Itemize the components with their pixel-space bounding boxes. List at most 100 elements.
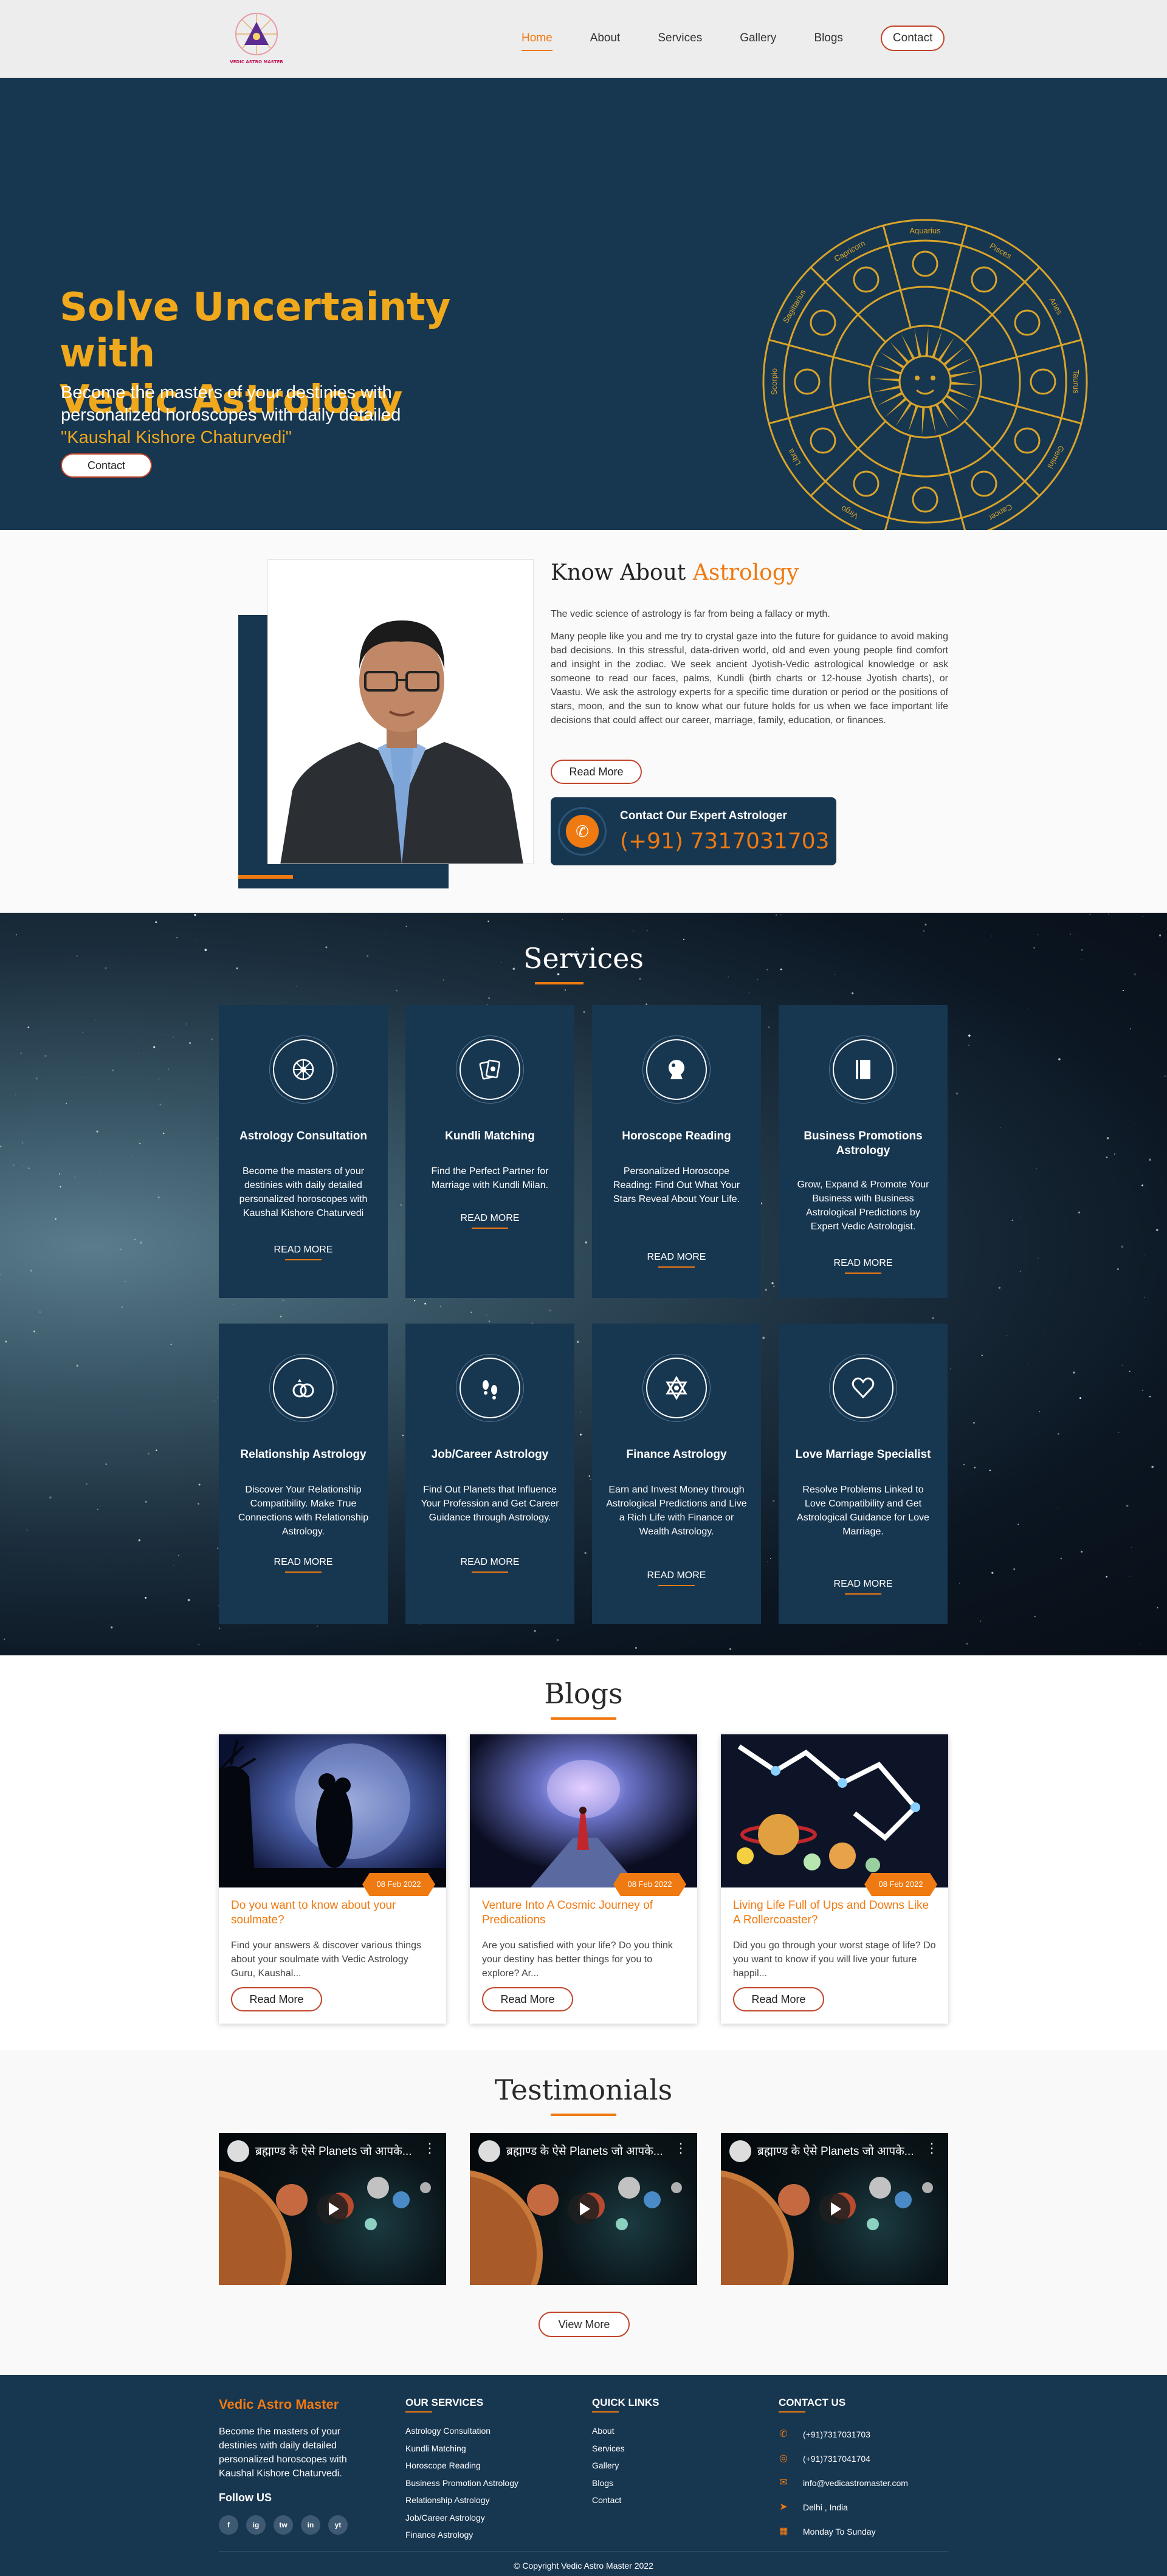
- service-desc: Discover Your Relationship Compatibility…: [238, 1485, 369, 1537]
- service-read-more[interactable]: READ MORE: [405, 1557, 574, 1573]
- testimonial-video[interactable]: ब्रह्माण्ड के ऐसे Planets जो आपके... ⋮: [470, 2133, 697, 2285]
- facebook-icon[interactable]: f: [219, 2515, 238, 2535]
- footer-email[interactable]: ✉ info@vedicastromaster.com: [779, 2471, 908, 2495]
- footer-link-about[interactable]: About: [592, 2422, 659, 2440]
- service-read-more[interactable]: READ MORE: [592, 1570, 761, 1586]
- play-icon[interactable]: [568, 2193, 599, 2225]
- view-more-button[interactable]: View More: [539, 2312, 630, 2337]
- video-title[interactable]: ब्रह्माण्ड के ऐसे Planets जो आपके...: [506, 2143, 663, 2159]
- hero-section: Solve Uncertainty with Vedic Astrology Be…: [0, 78, 1167, 544]
- footer-service-link[interactable]: Finance Astrology: [405, 2526, 518, 2544]
- star-icon: [646, 1358, 707, 1418]
- service-title: Job/Career Astrology: [431, 1448, 549, 1461]
- service-card[interactable]: Horoscope Reading Personalized Horoscope…: [592, 1005, 761, 1298]
- nav-contact-button[interactable]: Contact: [880, 26, 945, 51]
- contact-phone[interactable]: (+91) 7317031703: [620, 829, 830, 854]
- copyright: © Copyright Vedic Astro Master 2022: [514, 2561, 653, 2571]
- nav-home[interactable]: Home: [522, 24, 553, 52]
- top-nav: VEDIC ASTRO MASTER Home About Services G…: [0, 0, 1167, 78]
- services-title: Services: [523, 942, 644, 975]
- play-icon[interactable]: [317, 2193, 348, 2225]
- footprints-icon: [460, 1358, 520, 1418]
- service-card[interactable]: Business Promotions Astrology Grow, Expa…: [779, 1005, 948, 1298]
- nav-about[interactable]: About: [590, 24, 621, 52]
- zodiac-sign-label: Scorpio: [769, 368, 779, 395]
- twitter-icon[interactable]: tw: [274, 2515, 293, 2535]
- site-logo[interactable]: VEDIC ASTRO MASTER: [226, 9, 287, 69]
- footer-link-services[interactable]: Services: [592, 2440, 659, 2458]
- linkedin-icon[interactable]: in: [301, 2515, 320, 2535]
- service-desc: Earn and Invest Money through Astrologic…: [606, 1485, 747, 1537]
- book-icon: [833, 1039, 893, 1100]
- more-options-icon[interactable]: ⋮: [925, 2140, 938, 2156]
- service-title: Relationship Astrology: [240, 1448, 367, 1461]
- testimonial-video[interactable]: ब्रह्माण्ड के ऐसे Planets जो आपके... ⋮: [721, 2133, 948, 2285]
- footer-link-blogs[interactable]: Blogs: [592, 2475, 659, 2492]
- mail-icon: ✉: [779, 2478, 788, 2488]
- footer-service-link[interactable]: Horoscope Reading: [405, 2457, 518, 2475]
- service-read-more[interactable]: READ MORE: [219, 1245, 388, 1260]
- footer-divider: [219, 2551, 948, 2552]
- channel-avatar[interactable]: [729, 2140, 751, 2162]
- footer-link-contact[interactable]: Contact: [592, 2492, 659, 2509]
- footer-service-link[interactable]: Astrology Consultation: [405, 2422, 518, 2440]
- footer-link-gallery[interactable]: Gallery: [592, 2457, 659, 2475]
- testimonial-video[interactable]: ब्रह्माण्ड के ऐसे Planets जो आपके... ⋮: [219, 2133, 446, 2285]
- footer-phone1[interactable]: ✆ (+91)7317031703: [779, 2422, 908, 2447]
- footer-phone2[interactable]: ◎ (+91)7317041704: [779, 2447, 908, 2471]
- service-card[interactable]: Finance Astrology Earn and Invest Money …: [592, 1324, 761, 1624]
- footer-service-link[interactable]: Relationship Astrology: [405, 2492, 518, 2509]
- phone-icon: ✆: [558, 807, 607, 856]
- youtube-icon[interactable]: yt: [328, 2515, 348, 2535]
- more-options-icon[interactable]: ⋮: [674, 2140, 687, 2156]
- footer-service-link[interactable]: Job/Career Astrology: [405, 2509, 518, 2527]
- nav-blogs[interactable]: Blogs: [814, 24, 843, 52]
- astrologer-photo: [267, 559, 534, 864]
- blog-read-more-button[interactable]: Read More: [733, 1987, 824, 2011]
- zodiac-sign-label: Aries: [1047, 296, 1064, 317]
- about-read-more-button[interactable]: Read More: [551, 760, 642, 784]
- nav-services[interactable]: Services: [658, 24, 702, 52]
- blog-read-more-button[interactable]: Read More: [231, 1987, 322, 2011]
- blog-title[interactable]: Do you want to know about your soulmate?: [231, 1898, 435, 1928]
- blog-date-badge: 08 Feb 2022: [362, 1873, 435, 1896]
- hero-contact-button[interactable]: Contact: [61, 453, 152, 478]
- channel-avatar[interactable]: [478, 2140, 500, 2162]
- service-card[interactable]: Kundli Matching Find the Perfect Partner…: [405, 1005, 574, 1298]
- zodiac-wheel-illustration: AquariusPiscesAriesTaurusGeminiCancerLeo…: [762, 219, 1088, 544]
- calendar-icon: ▦: [779, 2526, 788, 2537]
- service-card[interactable]: Relationship Astrology Discover Your Rel…: [219, 1324, 388, 1624]
- zodiac-sign-label: Aquarius: [909, 226, 941, 235]
- service-card[interactable]: Love Marriage Specialist Resolve Problem…: [779, 1324, 948, 1624]
- zodiac-sign-label: Libra: [786, 447, 803, 467]
- service-read-more[interactable]: READ MORE: [592, 1252, 761, 1268]
- blog-title[interactable]: Living Life Full of Ups and Downs Like A…: [733, 1898, 937, 1928]
- sun-icon: [898, 355, 952, 408]
- service-read-more[interactable]: READ MORE: [219, 1557, 388, 1573]
- more-options-icon[interactable]: ⋮: [423, 2140, 436, 2156]
- service-read-more[interactable]: READ MORE: [779, 1579, 948, 1595]
- service-title: Business Promotions Astrology: [804, 1130, 923, 1157]
- service-card[interactable]: Astrology Consultation Become the master…: [219, 1005, 388, 1298]
- blog-card[interactable]: 08 Feb 2022 Venture Into A Cosmic Journe…: [470, 1734, 697, 2024]
- service-read-more[interactable]: READ MORE: [405, 1213, 574, 1229]
- blog-read-more-button[interactable]: Read More: [482, 1987, 573, 2011]
- instagram-icon[interactable]: ig: [246, 2515, 266, 2535]
- video-title[interactable]: ब्रह्माण्ड के ऐसे Planets जो आपके...: [255, 2143, 412, 2159]
- video-title[interactable]: ब्रह्माण्ड के ऐसे Planets जो आपके...: [757, 2143, 914, 2159]
- blog-card[interactable]: 08 Feb 2022 Do you want to know about yo…: [219, 1734, 446, 2024]
- footer-service-link[interactable]: Business Promotion Astrology: [405, 2475, 518, 2492]
- nav-gallery[interactable]: Gallery: [740, 24, 776, 52]
- channel-avatar[interactable]: [227, 2140, 249, 2162]
- blog-card[interactable]: 08 Feb 2022 Living Life Full of Ups and …: [721, 1734, 948, 2024]
- contact-astrologer-box[interactable]: ✆ Contact Our Expert Astrologer (+91) 73…: [551, 797, 836, 865]
- footer-service-link[interactable]: Kundli Matching: [405, 2440, 518, 2458]
- service-read-more[interactable]: READ MORE: [779, 1258, 948, 1274]
- about-intro: The vedic science of astrology is far fr…: [551, 609, 830, 619]
- about-section: Know About Astrology The vedic science o…: [0, 530, 1167, 913]
- play-icon[interactable]: [819, 2193, 850, 2225]
- heart-icon: [833, 1358, 893, 1418]
- blog-title[interactable]: Venture Into A Cosmic Journey of Predica…: [482, 1898, 686, 1928]
- service-card[interactable]: Job/Career Astrology Find Out Planets th…: [405, 1324, 574, 1624]
- footer-contact-title: CONTACT US: [779, 2397, 908, 2413]
